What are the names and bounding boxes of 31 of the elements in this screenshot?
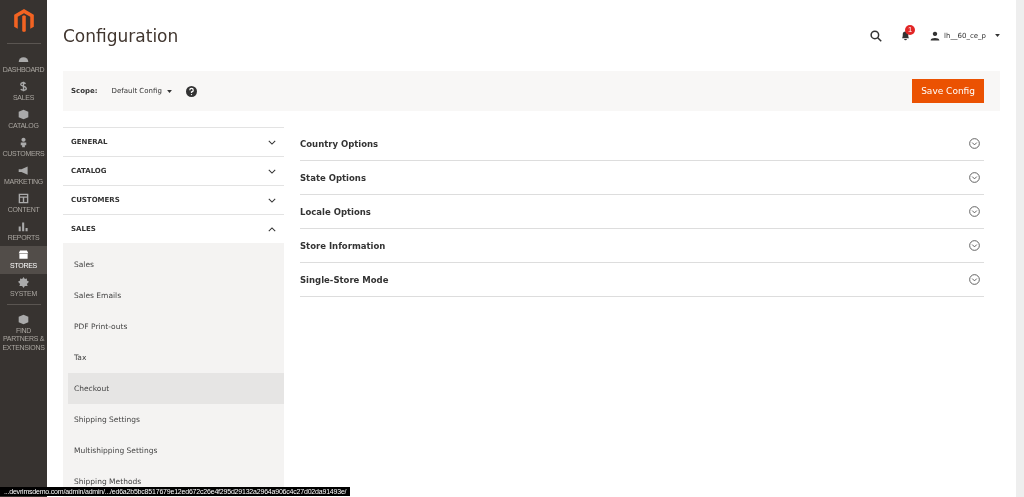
dollar-icon	[18, 81, 29, 93]
store-icon	[18, 249, 29, 261]
chevron-icon	[268, 197, 276, 203]
megaphone-icon	[18, 165, 29, 177]
help-icon[interactable]	[185, 85, 197, 97]
group-header[interactable]: Country Options	[300, 127, 984, 161]
chevron-icon	[268, 139, 276, 145]
settings-icon	[18, 277, 29, 289]
group-header[interactable]: State Options	[300, 161, 984, 195]
chevron-circle-icon	[969, 274, 980, 285]
bar-chart-icon	[18, 221, 29, 233]
cube-icon	[18, 314, 29, 326]
page-title: Configuration	[63, 25, 180, 46]
search-icon[interactable]	[870, 29, 883, 42]
logo-icon[interactable]	[12, 8, 35, 33]
chevron-icon	[268, 226, 276, 232]
chevron-circle-icon	[969, 172, 980, 183]
chevron-circle-icon	[969, 240, 980, 251]
box-icon	[18, 109, 29, 121]
group-header[interactable]: Single-Store Mode	[300, 263, 984, 297]
group-header[interactable]: Locale Options	[300, 195, 984, 229]
caret-icon	[995, 34, 1000, 38]
layout-icon	[18, 193, 29, 205]
chevron-circle-icon	[969, 206, 980, 217]
chevron-circle-icon	[969, 138, 980, 149]
group-header[interactable]: Store Information	[300, 229, 984, 263]
user-icon	[930, 30, 941, 41]
save-config-button[interactable]: Save Config	[912, 79, 984, 104]
person-icon	[18, 137, 29, 149]
caret-icon	[166, 89, 172, 93]
chevron-icon	[268, 168, 276, 174]
